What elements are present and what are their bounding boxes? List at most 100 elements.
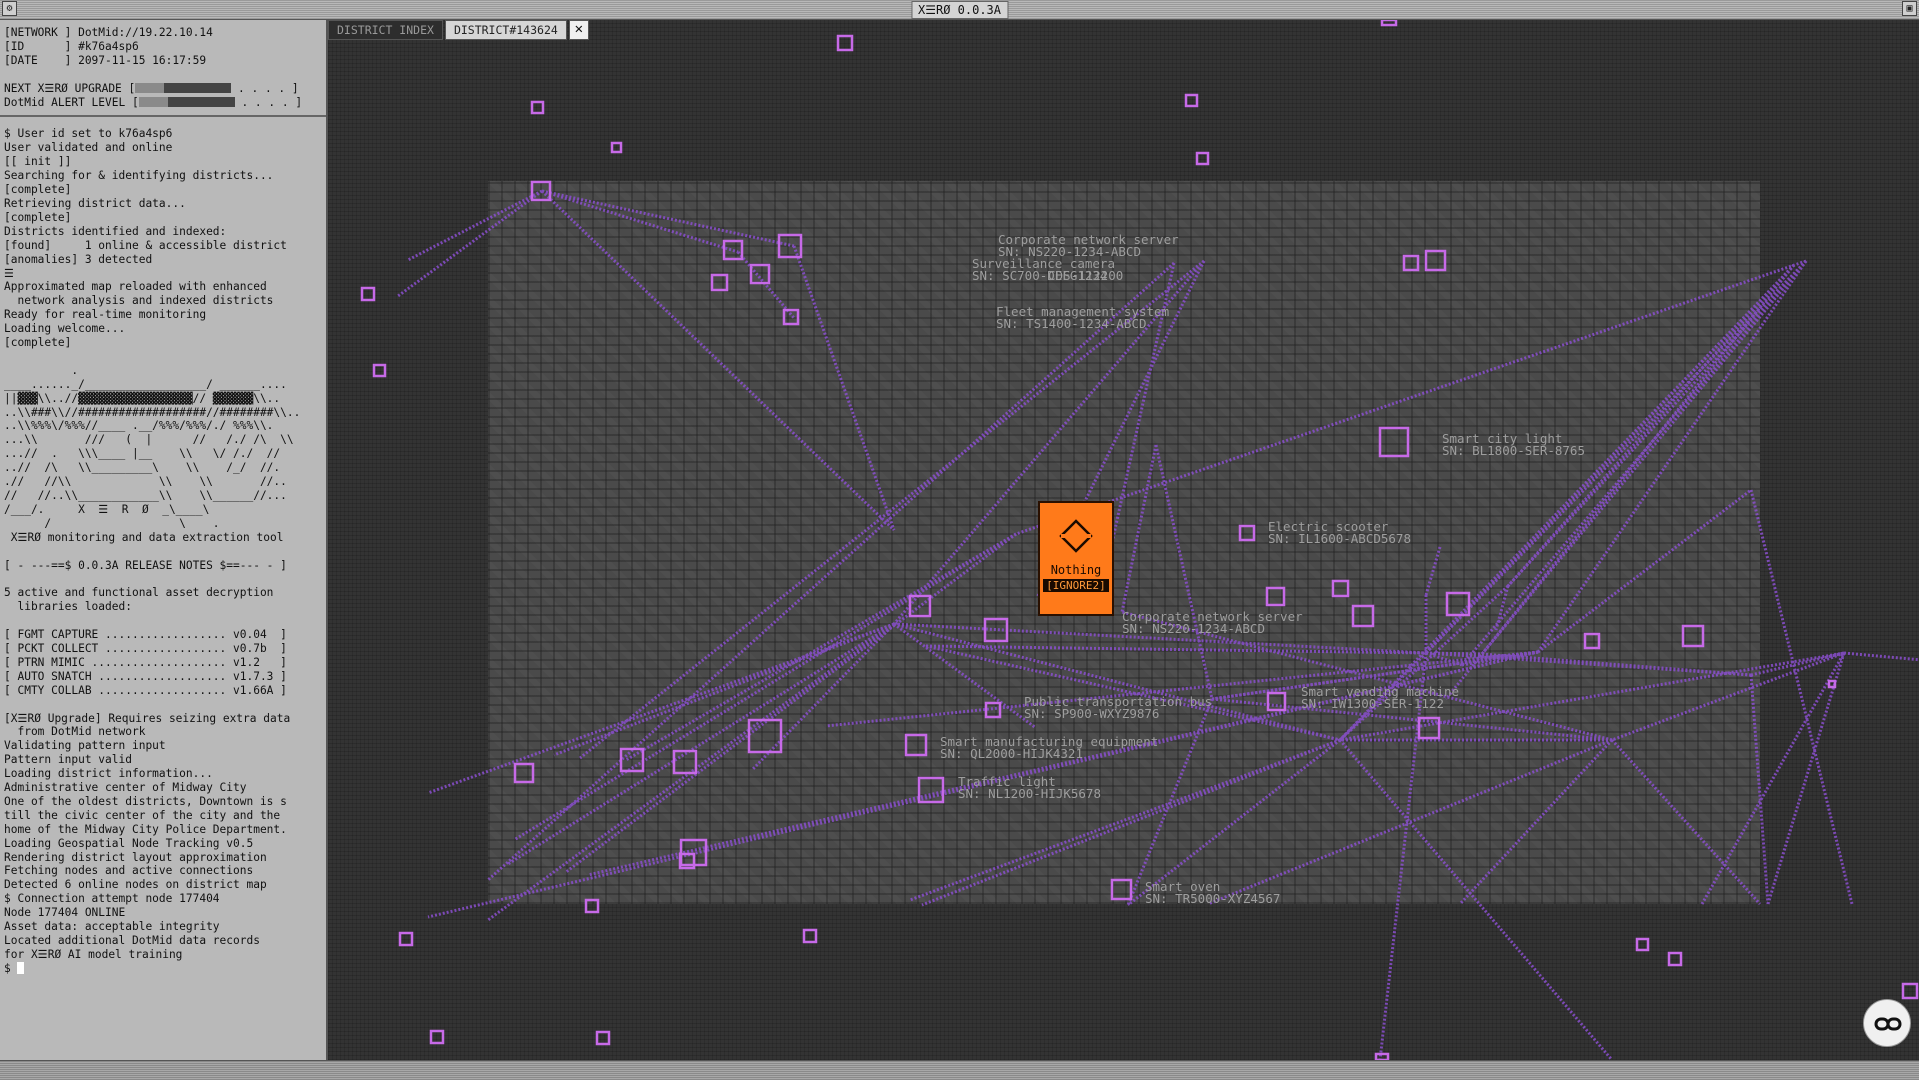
network-node[interactable]: [429, 1029, 445, 1045]
network-node[interactable]: [1901, 982, 1919, 1000]
upgrade-label: NEXT X☰RØ UPGRADE [: [4, 81, 136, 95]
edge: [792, 245, 896, 531]
close-tab-icon[interactable]: ✕: [568, 20, 589, 40]
terminal-log-text: $ User id set to k76a4sp6 User validated…: [4, 127, 301, 975]
network-node[interactable]: [1238, 524, 1256, 542]
edge: [1458, 738, 1614, 906]
network-node[interactable]: [1635, 937, 1650, 952]
edge: [1424, 546, 1442, 596]
edge: [541, 189, 739, 254]
edge: [1127, 738, 1341, 907]
edge: [1610, 738, 1762, 906]
edge: [1460, 260, 1808, 666]
edge: [397, 189, 543, 298]
edge: [1749, 674, 1770, 905]
edge: [1506, 264, 1796, 587]
alert-level-bar: [138, 96, 235, 107]
edge: [1207, 738, 1613, 906]
network-node[interactable]: [1380, 20, 1398, 27]
network-node[interactable]: [513, 762, 535, 784]
network-node[interactable]: [1667, 951, 1683, 967]
network-node[interactable]: [372, 363, 387, 378]
upgrade-bar-tail: . . . . ]: [231, 81, 299, 95]
edge: [1537, 488, 1752, 654]
network-node[interactable]: [360, 286, 376, 302]
alert-bar-tail: . . . . ]: [234, 95, 303, 109]
edge: [1766, 652, 1846, 905]
map-area[interactable]: DISTRICT INDEX DISTRICT#143624 ✕ Corpora…: [328, 20, 1919, 1060]
network-node[interactable]: [802, 928, 818, 944]
edge: [736, 251, 796, 319]
network-node[interactable]: [610, 141, 623, 154]
edge: [1444, 264, 1796, 700]
window-control-icon[interactable]: ▣: [1902, 1, 1917, 16]
network-node[interactable]: [530, 100, 545, 115]
terminal-panel: [NETWORK ] DotMid://19.22.10.14 [ID ] #k…: [0, 20, 328, 1060]
network-node[interactable]: [1266, 691, 1287, 712]
edge: [750, 622, 896, 772]
network-node[interactable]: [1681, 624, 1705, 648]
network-node[interactable]: [1402, 254, 1420, 272]
network-nodes: [360, 20, 1919, 1060]
link-icon: [1874, 1017, 1902, 1031]
popup-tag[interactable]: [IGNORE2]: [1043, 579, 1109, 592]
edge: [1536, 260, 1808, 653]
network-node[interactable]: [398, 931, 414, 947]
status-bar: [0, 1060, 1919, 1080]
network-node[interactable]: [595, 1030, 611, 1046]
edge: [427, 650, 1539, 919]
edge: [1338, 739, 1614, 1060]
edge: [1750, 651, 1845, 677]
edge: [565, 532, 1017, 874]
tab-bar: DISTRICT INDEX DISTRICT#143624 ✕: [328, 20, 589, 40]
edge: [541, 189, 795, 248]
network-node[interactable]: [904, 733, 928, 757]
node-type-icon: [1040, 519, 1112, 557]
node-popup[interactable]: Nothing [IGNORE2]: [1038, 501, 1114, 616]
network-node[interactable]: [1265, 586, 1286, 607]
network-line: [NETWORK ] DotMid://19.22.10.14: [4, 26, 213, 39]
network-node[interactable]: [836, 34, 854, 52]
network-node[interactable]: [749, 263, 771, 285]
network-node[interactable]: [782, 308, 800, 326]
edge: [1211, 697, 1613, 742]
edge: [825, 650, 1539, 728]
edge: [1121, 610, 1613, 742]
network-node[interactable]: [1110, 878, 1133, 901]
network-node[interactable]: [1351, 604, 1375, 628]
terminal-cursor[interactable]: [17, 961, 25, 974]
tab-district-index[interactable]: DISTRICT INDEX: [328, 20, 443, 40]
date-line: [DATE ] 2097-11-15 16:17:59: [4, 53, 207, 67]
network-graph: [360, 20, 1919, 1060]
edge: [1339, 651, 1845, 742]
window-title: X☰RØ 0.0.3A: [910, 1, 1009, 19]
id-line: [ID ] #k76a4sp6: [4, 39, 139, 53]
popup-label: Nothing: [1050, 563, 1102, 577]
edge: [1378, 652, 1428, 1060]
tab-district-143624[interactable]: DISTRICT#143624: [444, 20, 567, 40]
edge: [625, 532, 1017, 762]
edge: [1154, 444, 1214, 700]
network-node[interactable]: [1583, 632, 1601, 650]
network-node[interactable]: [710, 273, 729, 292]
upgrade-progress-bar: [135, 82, 232, 93]
network-node[interactable]: [1424, 249, 1447, 272]
network-node[interactable]: [1331, 579, 1350, 598]
network-node[interactable]: [1827, 679, 1837, 689]
edge: [1843, 651, 1919, 662]
terminal-log[interactable]: $ User id set to k76a4sp6 User validated…: [0, 117, 326, 985]
network-node[interactable]: [1184, 93, 1199, 108]
edge: [893, 622, 1427, 655]
link-button[interactable]: [1863, 999, 1911, 1047]
edge: [893, 622, 1341, 742]
edge: [540, 189, 896, 532]
alert-label: DotMid ALERT LEVEL [: [4, 95, 139, 109]
edge: [407, 189, 543, 262]
title-bar: ⚙ X☰RØ 0.0.3A ▣: [0, 0, 1919, 20]
network-node[interactable]: [1195, 151, 1210, 166]
edge: [1749, 489, 1854, 905]
network-node[interactable]: [1378, 426, 1410, 458]
menu-icon[interactable]: ⚙: [2, 1, 17, 16]
terminal-header: [NETWORK ] DotMid://19.22.10.14 [ID ] #k…: [0, 20, 326, 118]
network-node[interactable]: [584, 898, 600, 914]
